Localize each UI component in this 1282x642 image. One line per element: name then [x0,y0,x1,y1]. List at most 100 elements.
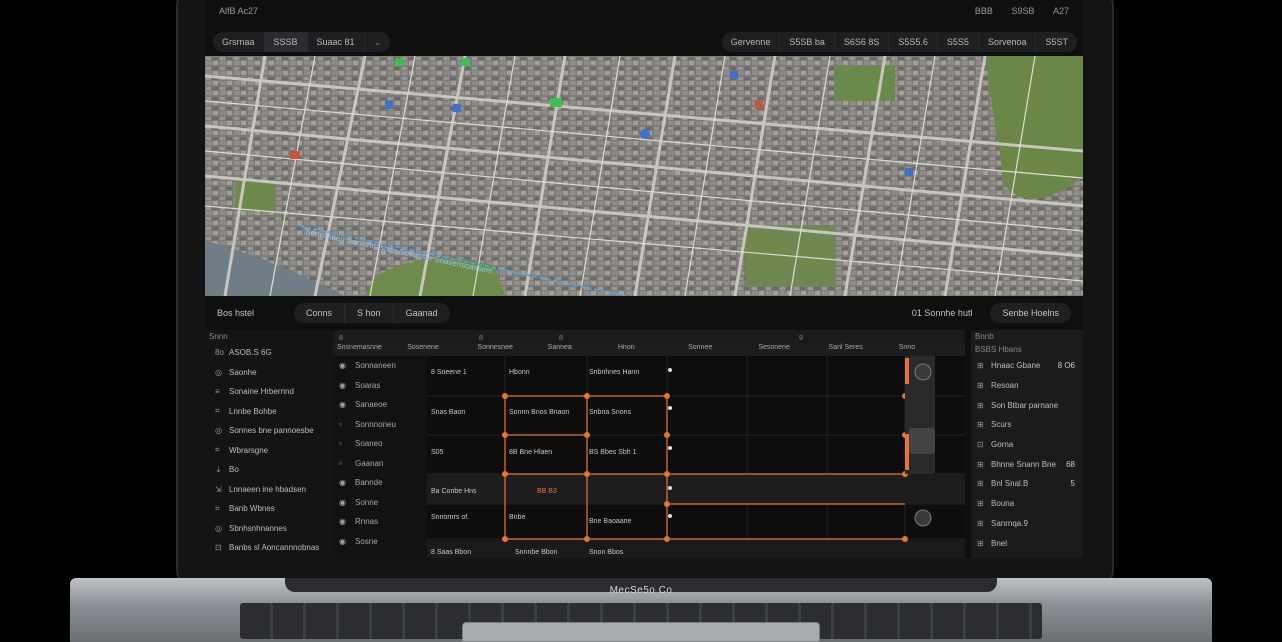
layer-item[interactable]: ⌗ Lnnbe Bohbe [205,402,333,422]
eye-icon[interactable]: ◉ [339,517,355,526]
property-value: 8 O6 [1057,361,1075,371]
property-item[interactable]: ⊞ Scurs [971,415,1083,435]
property-item[interactable]: ⊞ Resoan [971,376,1083,396]
tab-left-3[interactable]: Suaac 81 [307,32,365,52]
layer-icon: ⌗ [215,445,220,455]
cell-label: Snnnbe Bbon [515,549,558,556]
property-item[interactable]: ⊞ Bouna [971,494,1083,514]
layer-label: Lnnbe Bohbe [229,406,277,416]
cell-label: Sonnn Bnos Bnaon [509,409,569,416]
grid-icon: ⊞ [977,361,984,371]
tab-right-6[interactable]: Sorvenoa [978,32,1037,52]
layer-icon: ◎ [215,523,222,533]
eye-icon[interactable]: ◉ [339,381,355,390]
layer-item[interactable]: 8o ASOB.S 6G [205,343,333,363]
property-value: 68 [1066,459,1075,469]
eye-icon[interactable]: ◉ [339,478,355,487]
track-row[interactable]: ◉ Rnnas [333,512,427,532]
satellite-map[interactable]: Sonvasnen Sorsonnasnae Sovanser Snavenso… [205,56,1083,296]
eye-icon[interactable]: ◉ [339,498,355,507]
layer-label: ASOB.S 6G [229,348,272,358]
property-item[interactable]: ⊞ Bhnne Snann Bne 68 [971,454,1083,474]
track-label: Rnnas [355,517,379,527]
status-3: A27 [1052,6,1069,16]
top-bar: AlfB Ac27 BBB S9SB A27 [205,0,1083,22]
layer-icon: ⌗ [215,406,220,416]
track-row[interactable]: ◉ Bannde [333,473,427,493]
property-label: Bhnne Snann Bne [991,459,1056,469]
eye-icon[interactable]: ◉ [339,361,355,370]
property-item[interactable]: ⊞ Bnel [971,533,1083,553]
track-row[interactable]: ◉ Sonne [333,493,427,513]
layer-item[interactable]: ⊡ Banbs sl Aoncannnobnas [205,538,333,558]
property-label: Bnl Snal.B [991,479,1029,489]
track-row[interactable]: ◉ Sonnaneen [333,356,427,376]
properties-header: Bnnb [975,332,994,341]
segment-2[interactable]: S hon [345,303,394,323]
property-item[interactable]: ⊞ Son Btbar parnane [971,395,1083,415]
property-item[interactable]: ⊡ Gorna [971,435,1083,455]
track-row[interactable]: ▫ Gaanan [333,454,427,474]
timeline-panel: 8 8 8 9 Snsnemasnne Sosenene Sonnesnee S… [333,330,965,558]
eye-icon[interactable]: ◉ [339,400,355,409]
cell-label: 8B Bne Hlaen [509,449,552,456]
head-mark: 9 [799,335,803,342]
layer-item[interactable]: ◎ Sonnes bne pannoesbe [205,421,333,441]
property-label: Son Btbar parnane [991,400,1059,410]
left-tab-group: Grsrnaa SSSB Suaac 81 ⌄ [213,32,391,52]
ruler-label: Sonnesnee [477,344,513,351]
layer-item[interactable]: ⌗ Wbrarsgne [205,441,333,461]
layer-label: Banbs sl Aoncannnobnas [229,543,320,553]
cell-label: Bnbe [509,514,525,521]
track-label: Bannde [355,478,383,488]
ruler-label: Hnon [617,344,635,351]
layer-label: Banb Wbnes [229,504,275,514]
ruler-label: Sannea [547,344,572,351]
head-mark: 8 [559,335,563,342]
grid-icon: ⊞ [977,459,984,469]
segment-3[interactable]: Gaanad [394,303,450,323]
track-row[interactable]: ◉ Sosne [333,532,427,552]
tab-right-5[interactable]: S5S5 [937,32,979,52]
eye-icon[interactable]: ◉ [339,537,355,546]
timeline-grid[interactable]: 8 Soeene 1 Hbonn Snbnhnes Hann Snas Baon… [427,356,965,558]
layer-item[interactable]: ◎ Sbnhsnhnannes [205,519,333,539]
cell-label: 8 Soeene 1 [431,369,467,376]
grid-icon: ⊞ [977,381,984,391]
grid-icon: ⊞ [977,538,984,548]
property-label: Scurs [991,420,1012,430]
strip-right-button[interactable]: Senbe Hoelns [990,303,1071,323]
ruler-label: Sosenene [407,344,439,351]
tab-left-2[interactable]: SSSB [264,32,308,52]
track-row[interactable]: ◉ Soaras [333,376,427,396]
tab-right-3[interactable]: S6S6 8S [834,32,890,52]
square-icon[interactable]: ▫ [339,439,355,448]
chevron-down-icon[interactable]: ⌄ [364,32,391,52]
layer-icon: ◎ [215,426,222,436]
property-item[interactable]: ⊞ Hnaac Gbane 8 O6 [971,356,1083,376]
layer-item[interactable]: ⇣ Bo [205,460,333,480]
tab-right-2[interactable]: S5SB ba [780,32,835,52]
tab-right-1[interactable]: Gervenne [721,32,781,52]
property-item[interactable]: ⊞ Bnl Snal.B 5 [971,474,1083,494]
square-icon[interactable]: ▫ [339,459,355,468]
layer-item[interactable]: ⌗ Banb Wbnes [205,499,333,519]
properties-panel: Bnnb BSBS Hbans ⊞ Hnaac Gbane 8 O6 ⊞ Resoan… [971,330,1083,558]
layer-item[interactable]: ⇲ Lnnaeen ine hbadsen [205,480,333,500]
segment-1[interactable]: Conns [294,303,346,323]
tab-right-4[interactable]: S5S5.6 [889,32,938,52]
grid-icon: ⊞ [977,518,984,528]
tab-right-7[interactable]: S5ST [1036,32,1077,52]
track-row[interactable]: ▫ Soaneo [333,434,427,454]
layer-icon: ⊡ [215,543,222,553]
track-row[interactable]: ▫ Sonnnoneu [333,415,427,435]
property-item[interactable]: ⊞ Sanrnqa.9 [971,514,1083,534]
layers-panel: Snnn 8o ASOB.S 6G ◎ Saonhe ≡ Sonaine Hrbern… [205,330,333,558]
layer-item[interactable]: ◎ Saonhe [205,363,333,383]
layer-item[interactable]: ≡ Sonaine Hrbernnd [205,382,333,402]
square-icon[interactable]: ▫ [339,420,355,429]
property-value: 5 [1070,479,1075,489]
tab-left-1[interactable]: Grsrnaa [213,32,265,52]
cell-label: Snon Bbos [589,549,624,556]
track-row[interactable]: ◉ Sanaeoe [333,395,427,415]
